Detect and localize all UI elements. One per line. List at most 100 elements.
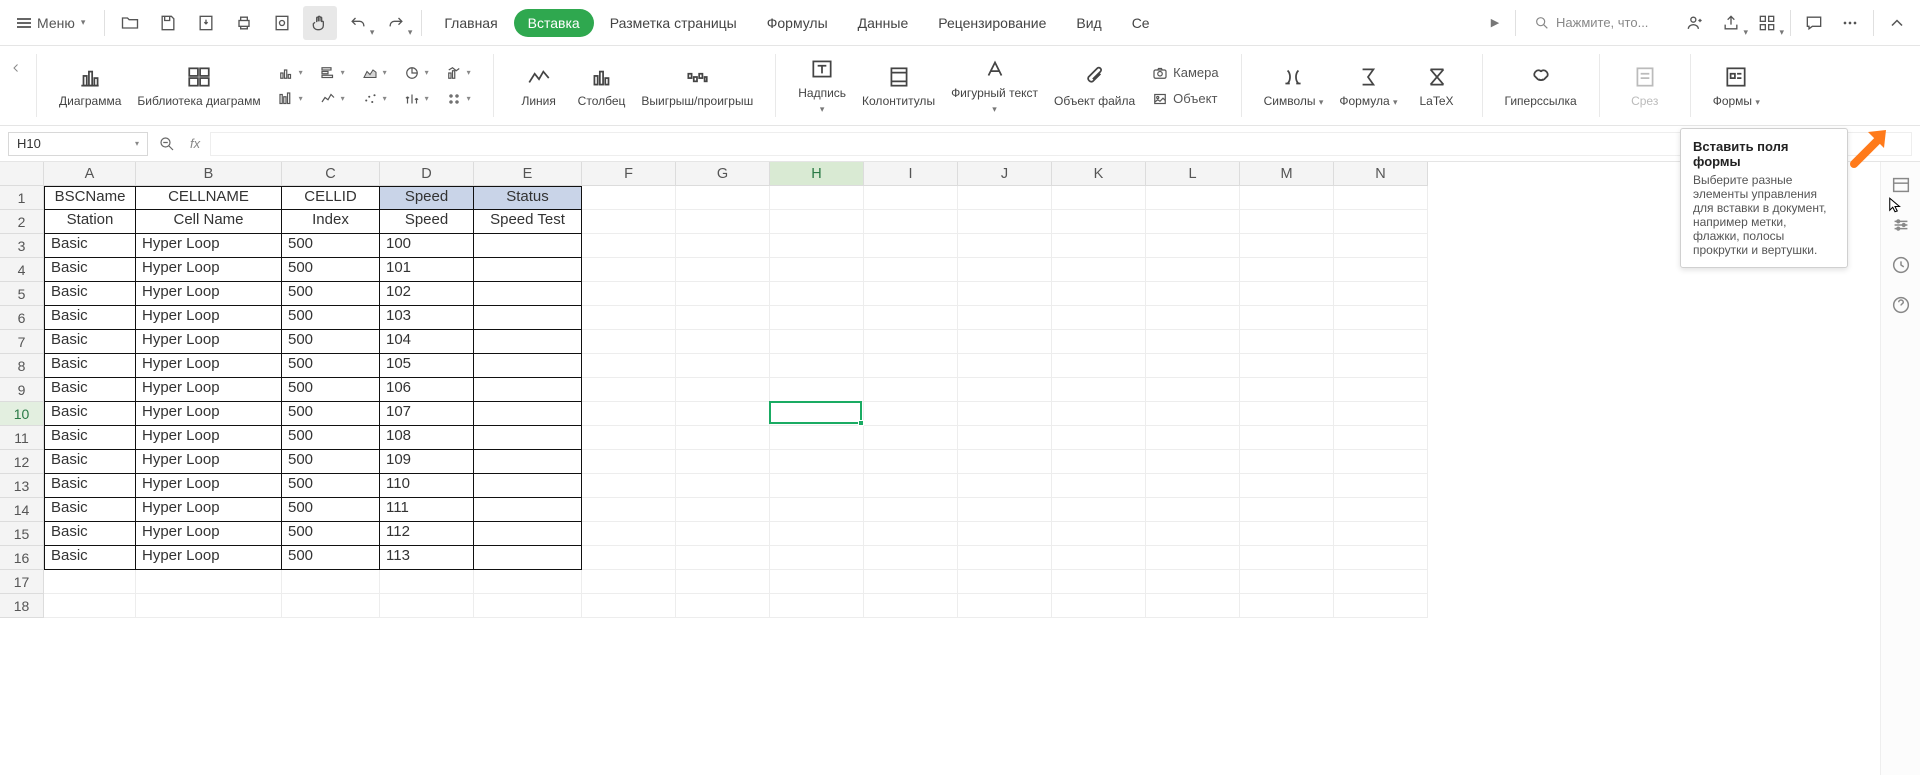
cell-A1[interactable]: BSCName	[44, 186, 136, 210]
cell-N18[interactable]	[1334, 594, 1428, 618]
cell-M14[interactable]	[1240, 498, 1334, 522]
cell-E6[interactable]	[474, 306, 582, 330]
cell-N7[interactable]	[1334, 330, 1428, 354]
cell-L5[interactable]	[1146, 282, 1240, 306]
col-header-G[interactable]: G	[676, 162, 770, 186]
cell-I3[interactable]	[864, 234, 958, 258]
cell-N11[interactable]	[1334, 426, 1428, 450]
cell-J8[interactable]	[958, 354, 1052, 378]
cell-G5[interactable]	[676, 282, 770, 306]
cell-K9[interactable]	[1052, 378, 1146, 402]
row-header-7[interactable]: 7	[0, 330, 44, 354]
cell-C15[interactable]: 500	[282, 522, 380, 546]
cell-M9[interactable]	[1240, 378, 1334, 402]
save-icon[interactable]	[151, 6, 185, 40]
cell-D16[interactable]: 113	[380, 546, 474, 570]
cell-K18[interactable]	[1052, 594, 1146, 618]
cell-I16[interactable]	[864, 546, 958, 570]
formula-input[interactable]	[210, 132, 1912, 156]
cell-M10[interactable]	[1240, 402, 1334, 426]
cell-J17[interactable]	[958, 570, 1052, 594]
cell-B7[interactable]: Hyper Loop	[136, 330, 282, 354]
cell-H2[interactable]	[770, 210, 864, 234]
cell-M5[interactable]	[1240, 282, 1334, 306]
row-header-1[interactable]: 1	[0, 186, 44, 210]
cell-G9[interactable]	[676, 378, 770, 402]
cell-C4[interactable]: 500	[282, 258, 380, 282]
cell-D2[interactable]: Speed	[380, 210, 474, 234]
insert-more-chart-icon[interactable]: ▾	[441, 88, 475, 110]
cell-F10[interactable]	[582, 402, 676, 426]
cell-D11[interactable]: 108	[380, 426, 474, 450]
cell-F17[interactable]	[582, 570, 676, 594]
comment-icon[interactable]	[1797, 6, 1831, 40]
cell-L10[interactable]	[1146, 402, 1240, 426]
cell-B15[interactable]: Hyper Loop	[136, 522, 282, 546]
cell-H13[interactable]	[770, 474, 864, 498]
cell-A15[interactable]: Basic	[44, 522, 136, 546]
row-header-11[interactable]: 11	[0, 426, 44, 450]
cell-K6[interactable]	[1052, 306, 1146, 330]
cell-N3[interactable]	[1334, 234, 1428, 258]
cell-F16[interactable]	[582, 546, 676, 570]
cell-A6[interactable]: Basic	[44, 306, 136, 330]
cell-A18[interactable]	[44, 594, 136, 618]
cell-H5[interactable]	[770, 282, 864, 306]
col-header-E[interactable]: E	[474, 162, 582, 186]
cell-M18[interactable]	[1240, 594, 1334, 618]
cell-K7[interactable]	[1052, 330, 1146, 354]
camera-button[interactable]: Камера	[1147, 62, 1222, 84]
tab-формулы[interactable]: Формулы	[753, 9, 842, 37]
formula-button[interactable]: Формула ▾	[1331, 60, 1405, 112]
cell-J5[interactable]	[958, 282, 1052, 306]
row-header-16[interactable]: 16	[0, 546, 44, 570]
object-file-button[interactable]: Объект файла	[1046, 60, 1143, 112]
cell-E3[interactable]	[474, 234, 582, 258]
cell-C6[interactable]: 500	[282, 306, 380, 330]
cell-B12[interactable]: Hyper Loop	[136, 450, 282, 474]
cell-J1[interactable]	[958, 186, 1052, 210]
cell-K14[interactable]	[1052, 498, 1146, 522]
print-icon[interactable]	[227, 6, 261, 40]
cell-N17[interactable]	[1334, 570, 1428, 594]
sparkline-line-button[interactable]: Линия	[508, 60, 570, 112]
cell-C10[interactable]: 500	[282, 402, 380, 426]
cell-N15[interactable]	[1334, 522, 1428, 546]
tab-вставка[interactable]: Вставка	[514, 9, 594, 37]
menu-button[interactable]: Меню ▾	[6, 9, 96, 37]
cell-L2[interactable]	[1146, 210, 1240, 234]
row-header-4[interactable]: 4	[0, 258, 44, 282]
header-footer-button[interactable]: Колонтитулы	[854, 60, 943, 112]
insert-combo-chart-icon[interactable]: ▾	[441, 62, 475, 84]
cell-E15[interactable]	[474, 522, 582, 546]
help-panel-icon[interactable]	[1890, 294, 1912, 316]
cell-D7[interactable]: 104	[380, 330, 474, 354]
cell-G11[interactable]	[676, 426, 770, 450]
cell-A10[interactable]: Basic	[44, 402, 136, 426]
cell-L14[interactable]	[1146, 498, 1240, 522]
cell-B10[interactable]: Hyper Loop	[136, 402, 282, 426]
col-header-H[interactable]: H	[770, 162, 864, 186]
cell-D12[interactable]: 109	[380, 450, 474, 474]
symbols-button[interactable]: Символы ▾	[1256, 60, 1332, 112]
properties-panel-icon[interactable]	[1890, 174, 1912, 196]
cell-D1[interactable]: Speed	[380, 186, 474, 210]
cell-A14[interactable]: Basic	[44, 498, 136, 522]
history-panel-icon[interactable]	[1890, 254, 1912, 276]
col-header-N[interactable]: N	[1334, 162, 1428, 186]
cell-J2[interactable]	[958, 210, 1052, 234]
cell-H4[interactable]	[770, 258, 864, 282]
cell-G12[interactable]	[676, 450, 770, 474]
cell-I12[interactable]	[864, 450, 958, 474]
row-header-13[interactable]: 13	[0, 474, 44, 498]
user-add-icon[interactable]	[1678, 6, 1712, 40]
cell-N5[interactable]	[1334, 282, 1428, 306]
tab-разметка страницы[interactable]: Разметка страницы	[596, 9, 751, 37]
cell-F12[interactable]	[582, 450, 676, 474]
cell-M3[interactable]	[1240, 234, 1334, 258]
cell-G15[interactable]	[676, 522, 770, 546]
cell-K15[interactable]	[1052, 522, 1146, 546]
cell-G13[interactable]	[676, 474, 770, 498]
cell-F3[interactable]	[582, 234, 676, 258]
cell-I1[interactable]	[864, 186, 958, 210]
